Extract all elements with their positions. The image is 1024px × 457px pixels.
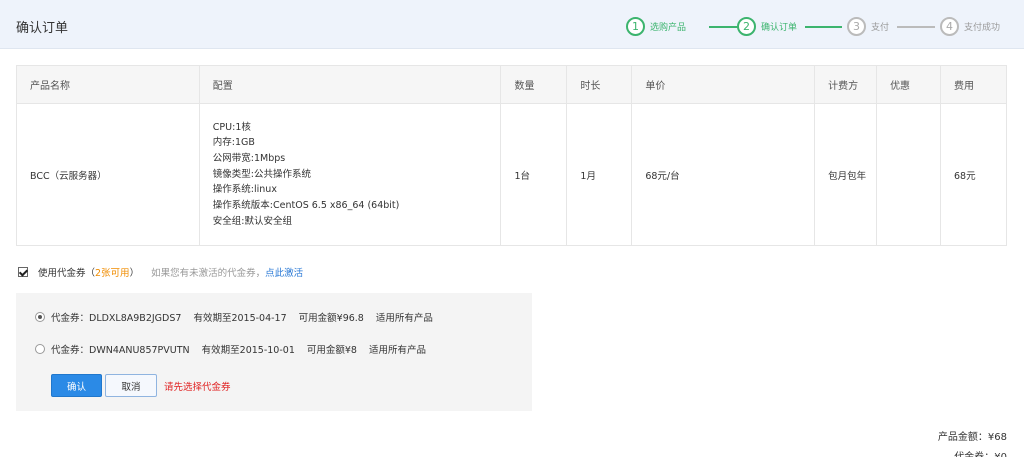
step-label: 确认订单: [761, 22, 798, 33]
duration-cell: 1月: [566, 103, 633, 246]
config-line: 公网带宽:1Mbps: [212, 152, 286, 164]
column-header: 时长: [566, 65, 633, 104]
quantity-cell: 1台: [500, 103, 568, 246]
step-select-product: 1 选购产品: [626, 15, 686, 37]
order-table: 产品名称 配置 数量 时长 单价 计费方 优惠 费用 BCC（云服务器） CPU…: [16, 65, 1007, 246]
step-connector: [897, 26, 935, 28]
config-line: CPU:1核: [212, 121, 251, 133]
voucher-count: 2张可用: [95, 268, 130, 279]
error-message: 请先选择代金券: [164, 382, 231, 393]
column-header: 单价: [631, 65, 816, 104]
use-voucher-label[interactable]: 使用代金券（2张可用）: [38, 265, 139, 279]
voucher-option[interactable]: 代金券：DLDXL8A9B2JGDS7 有效期至2015-04-17 可用金额¥…: [35, 310, 433, 324]
config-line: 内存:1GB: [212, 137, 255, 149]
cancel-button[interactable]: 取消: [105, 374, 157, 397]
voucher-radio[interactable]: [35, 344, 45, 354]
config-cell: CPU:1核 内存:1GB 公网带宽:1Mbps 镜像类型:公共操作系统 操作系…: [198, 103, 502, 246]
config-line: 安全组:默认安全组: [212, 215, 292, 227]
config-line: 镜像类型:公共操作系统: [212, 168, 311, 180]
cost-cell: 68元: [940, 103, 1007, 246]
step-label: 支付: [871, 22, 890, 33]
voucher-expiry: 有效期至2015-04-17: [193, 313, 287, 324]
voucher-code: 代金券：DWN4ANU857PVUTN: [51, 345, 190, 356]
product-name-cell: BCC（云服务器）: [16, 103, 200, 246]
voucher-scope: 适用所有产品: [368, 345, 426, 356]
step-number: 4: [940, 16, 959, 36]
use-voucher-checkbox[interactable]: [18, 267, 28, 277]
step-number: 1: [626, 16, 645, 36]
step-connector: [805, 26, 842, 28]
use-voucher-label-prefix: 使用代金券（: [38, 268, 96, 279]
table-header-row: 产品名称 配置 数量 时长 单价 计费方 优惠 费用: [16, 65, 1007, 104]
voucher-amount: 可用金额¥96.8: [298, 313, 364, 324]
voucher-scope: 适用所有产品: [375, 313, 433, 324]
product-amount: 产品金额：¥68: [937, 432, 1007, 443]
voucher-expiry: 有效期至2015-10-01: [201, 345, 295, 356]
column-header: 计费方: [814, 65, 878, 104]
column-header: 数量: [500, 65, 568, 104]
config-line: 操作系统版本:CentOS 6.5 x86_64 (64bit): [212, 200, 400, 212]
order-summary: 产品金额：¥68 代金券：¥0: [938, 428, 1007, 457]
activate-hint: 如果您有未激活的代金券，: [151, 268, 266, 279]
column-header: 费用: [940, 65, 1007, 104]
use-voucher-row: 使用代金券（2张可用） 如果您有未激活的代金券， 点此激活: [18, 264, 303, 280]
confirm-button[interactable]: 确认: [51, 374, 102, 397]
step-label: 支付成功: [964, 22, 1001, 33]
use-voucher-label-suffix: ）: [129, 268, 140, 279]
step-number: 3: [847, 16, 866, 36]
config-line: 操作系统:linux: [212, 184, 277, 196]
step-pay: 3 支付: [847, 15, 889, 37]
voucher-amount-total: 代金券：¥0: [938, 448, 1007, 457]
step-connector: [709, 26, 738, 28]
step-pay-success: 4 支付成功: [940, 15, 1000, 37]
voucher-amount: 可用金额¥8: [306, 345, 357, 356]
activate-voucher-link[interactable]: 点此激活: [265, 265, 303, 279]
unit-price-cell: 68元/台: [631, 103, 816, 246]
voucher-radio[interactable]: [35, 312, 45, 322]
page-title: 确认订单: [16, 21, 69, 36]
voucher-option[interactable]: 代金券：DWN4ANU857PVUTN 有效期至2015-10-01 可用金额¥…: [35, 342, 426, 356]
step-number: 2: [737, 16, 756, 36]
discount-cell: [876, 103, 941, 246]
step-confirm-order: 2 确认订单: [737, 15, 797, 37]
column-header: 产品名称: [16, 65, 200, 104]
voucher-panel: 代金券：DLDXL8A9B2JGDS7 有效期至2015-04-17 可用金额¥…: [16, 293, 532, 411]
table-row: BCC（云服务器） CPU:1核 内存:1GB 公网带宽:1Mbps 镜像类型:…: [16, 103, 1007, 246]
billing-cell: 包月包年: [814, 103, 878, 246]
column-header: 优惠: [876, 65, 941, 104]
step-label: 选购产品: [650, 22, 687, 33]
column-header: 配置: [198, 65, 502, 104]
header-bar: 确认订单 1 选购产品 2 确认订单 3 支付 4 支付成功: [0, 0, 1024, 49]
voucher-code: 代金券：DLDXL8A9B2JGDS7: [51, 313, 182, 324]
